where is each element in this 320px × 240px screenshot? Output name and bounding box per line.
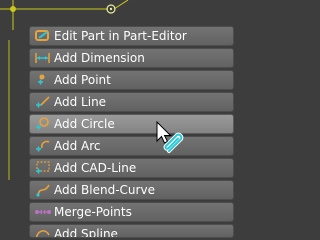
menu-item-label: Add Blend-Curve [54,183,155,197]
canvas-point-icon[interactable] [10,6,16,12]
merge-points-icon [35,209,51,215]
canvas-diagonal-line [113,0,129,10]
edit-part-icon [35,30,49,41]
menu-item-add-dimension[interactable]: Add Dimension [29,48,234,68]
menu-item-add-cad-line[interactable]: Add CAD-Line [29,158,234,178]
spline-icon [35,230,50,237]
menu-item-label: Add Line [54,95,107,109]
menu-item-label: Add Circle [54,117,115,131]
blend-curve-icon [36,184,50,197]
menu-item-add-point[interactable]: Add Point [29,70,234,90]
menu-item-add-circle[interactable]: Add Circle [29,114,234,134]
mouse-pointer-icon [156,121,184,153]
context-menu: Edit Part in Part-Editor Add Dimension A… [29,26,234,240]
menu-item-add-spline[interactable]: Add Spline [29,224,234,238]
menu-item-add-blend-curve[interactable]: Add Blend-Curve [29,180,234,200]
menu-item-label: Add Arc [54,139,101,153]
menu-item-label: Add Spline [54,227,118,238]
line-icon [36,96,50,108]
menu-item-add-line[interactable]: Add Line [29,92,234,112]
menu-item-label: Merge-Points [54,205,132,219]
arc-icon [36,140,50,152]
menu-item-edit-part[interactable]: Edit Part in Part-Editor [29,26,234,46]
menu-item-label: Edit Part in Part-Editor [54,29,187,43]
circle-icon [36,117,49,130]
point-icon [38,74,45,85]
menu-item-label: Add Point [54,73,111,87]
menu-item-label: Add CAD-Line [54,161,137,175]
menu-item-add-arc[interactable]: Add Arc [29,136,234,156]
dimension-icon [35,53,50,63]
menu-item-merge-points[interactable]: Merge-Points [29,202,234,222]
paperclip-icon [163,132,184,153]
cad-line-icon [36,161,50,174]
menu-item-label: Add Dimension [54,51,145,65]
